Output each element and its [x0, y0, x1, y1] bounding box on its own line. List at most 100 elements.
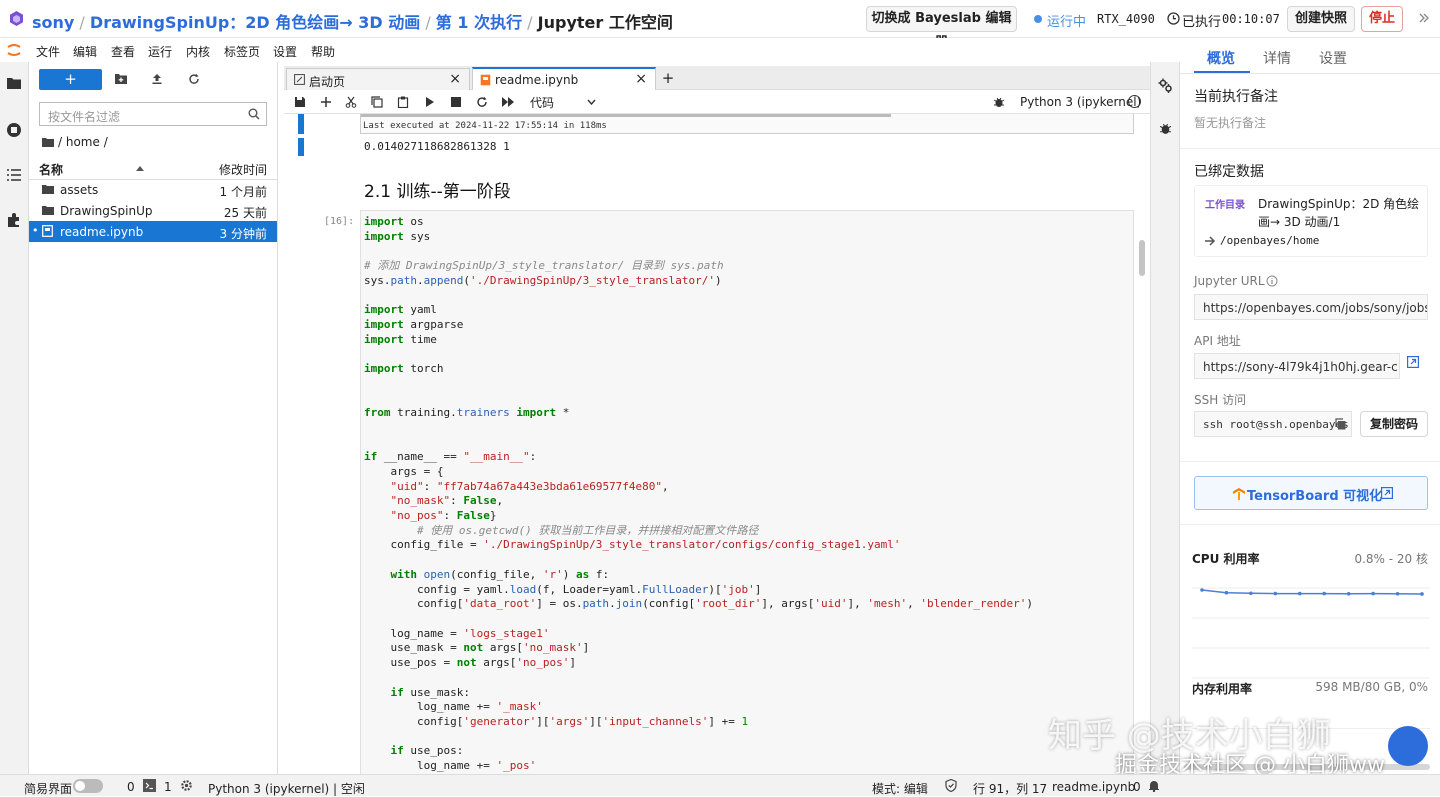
debugger-icon[interactable] — [993, 96, 1005, 108]
breadcrumb-path[interactable]: / home / — [58, 135, 108, 149]
gpu-type: RTX_4090 — [1097, 12, 1155, 26]
api-address-field[interactable]: https://sony-4l79k4j1h0hj.gear-c1.openba… — [1194, 353, 1400, 379]
property-inspector-icon[interactable] — [1158, 78, 1173, 93]
menu-help[interactable]: 帮助 — [311, 43, 335, 60]
copy-icon[interactable] — [371, 96, 383, 108]
switch-editor-button[interactable]: 切换成 Bayeslab 编辑器 — [866, 6, 1017, 50]
open-external-icon — [1381, 487, 1393, 499]
tensorboard-logo-icon — [1233, 488, 1245, 500]
menu-settings[interactable]: 设置 — [273, 43, 297, 60]
paste-icon[interactable] — [397, 96, 409, 108]
restart-kernel-icon[interactable] — [476, 96, 488, 108]
home-folder-icon — [42, 137, 54, 147]
file-modified: 25 天前 — [223, 206, 267, 220]
breadcrumb-run[interactable]: 第 1 次执行 — [436, 13, 522, 32]
tensorboard-label: TensorBoard 可视化 — [1247, 489, 1383, 504]
tensorboard-button[interactable]: TensorBoard 可视化 — [1194, 476, 1428, 510]
stop-button[interactable]: 停止 — [1361, 6, 1403, 32]
run-icon[interactable] — [425, 96, 435, 108]
cursor-position[interactable]: 行 91，列 17 — [973, 780, 1047, 797]
running-sessions-icon[interactable] — [6, 122, 22, 138]
shield-icon[interactable] — [945, 779, 957, 792]
openbayes-logo-icon[interactable] — [8, 10, 25, 27]
debugger-icon[interactable] — [1159, 122, 1172, 135]
output-collapser[interactable] — [298, 138, 304, 156]
menu-kernel[interactable]: 内核 — [186, 43, 210, 60]
file-list-header: 名称 修改时间 — [29, 158, 277, 180]
menu-file[interactable]: 文件 — [36, 43, 60, 60]
tab-launcher[interactable]: 启动页 × — [286, 68, 470, 90]
info-icon[interactable] — [1266, 275, 1278, 287]
insert-cell-icon[interactable] — [320, 96, 332, 108]
menu-run[interactable]: 运行 — [148, 43, 172, 60]
add-tab-icon[interactable]: + — [658, 68, 678, 88]
menu-view[interactable]: 查看 — [111, 43, 135, 60]
file-row-drawingspinup[interactable]: DrawingSpinUp 25 天前 — [29, 200, 277, 221]
breadcrumb-project[interactable]: DrawingSpinUp：2D 角色绘画→ 3D 动画 — [90, 13, 420, 32]
cpu-data-point — [1346, 591, 1351, 596]
note-title: 当前执行备注 — [1194, 89, 1278, 105]
tab-overview[interactable]: 概览 — [1207, 48, 1235, 68]
close-icon[interactable]: × — [635, 71, 647, 87]
copy-icon[interactable] — [1335, 418, 1346, 430]
cell-type-select[interactable]: 代码 — [524, 93, 600, 111]
file-name: readme.ipynb — [60, 225, 144, 239]
arrow-right-icon — [1205, 236, 1216, 246]
extensions-icon[interactable] — [6, 212, 22, 228]
new-launcher-button[interactable]: + — [39, 69, 102, 90]
new-folder-icon[interactable] — [114, 73, 128, 85]
kernel-gear-icon[interactable] — [180, 779, 193, 792]
cell-collapser[interactable] — [298, 114, 304, 134]
cpu-data-point — [1224, 590, 1229, 595]
cell-output-text: 0.014027118682861328 1 — [364, 140, 510, 153]
jupyter-url-field[interactable]: https://openbayes.com/jobs/sony/jobs — [1194, 294, 1428, 320]
interrupt-icon[interactable] — [451, 97, 461, 107]
create-snapshot-button[interactable]: 创建快照 — [1287, 6, 1355, 32]
section-divider — [1180, 461, 1440, 462]
jupyter-url-value: https://openbayes.com/jobs/sony/jobs — [1203, 301, 1428, 315]
tab-settings[interactable]: 设置 — [1319, 48, 1347, 68]
file-filter-input[interactable]: 按文件名过滤 — [39, 102, 267, 126]
notebook-toolbar: 代码 Python 3 (ipykernel) — [284, 90, 1150, 114]
cpu-data-point — [1200, 588, 1204, 592]
bell-icon[interactable] — [1148, 779, 1160, 792]
run-all-icon[interactable] — [502, 97, 514, 107]
file-row-readme[interactable]: • readme.ipynb 3 分钟前 — [29, 221, 277, 242]
sort-ascending-icon[interactable] — [136, 166, 144, 171]
simple-mode-toggle[interactable] — [73, 779, 103, 793]
kernel-name[interactable]: Python 3 (ipykernel) — [1020, 95, 1141, 109]
open-external-icon[interactable] — [1407, 356, 1419, 368]
vertical-scrollbar[interactable] — [1139, 240, 1145, 276]
ssh-command-field[interactable]: ssh root@ssh.openbayes.com — [1194, 411, 1352, 437]
assistant-button[interactable] — [1388, 726, 1428, 766]
code-cell-editor[interactable]: import os import sys # 添加 DrawingSpinUp/… — [360, 210, 1134, 774]
cpu-usage-value: 0.8% - 20 核 — [1354, 552, 1428, 566]
close-icon[interactable]: × — [449, 71, 461, 87]
progress-bar — [361, 114, 891, 117]
breadcrumb-user[interactable]: sony — [32, 13, 74, 32]
upload-icon[interactable] — [151, 73, 163, 85]
cpu-data-point — [1297, 591, 1302, 596]
top-bar: sony / DrawingSpinUp：2D 角色绘画→ 3D 动画 / 第 … — [0, 0, 1440, 50]
copy-password-button[interactable]: 复制密码 — [1360, 411, 1428, 437]
ssh-command-value: ssh root@ssh.openbayes.com — [1203, 418, 1351, 431]
tab-detail[interactable]: 详情 — [1263, 48, 1291, 68]
cut-icon[interactable] — [345, 96, 357, 108]
tab-readme[interactable]: readme.ipynb × — [472, 67, 656, 91]
column-name-header[interactable]: 名称 — [39, 161, 63, 178]
collapse-panel-icon[interactable] — [1418, 12, 1430, 24]
save-icon[interactable] — [294, 96, 306, 108]
folder-icon[interactable] — [6, 76, 22, 90]
chevron-down-icon — [587, 99, 596, 105]
refresh-icon[interactable] — [188, 73, 200, 85]
menu-tabs[interactable]: 标签页 — [224, 43, 260, 60]
terminal-icon[interactable] — [143, 779, 156, 792]
previous-output-area: Last executed at 2024-11-22 17:55:14 in … — [360, 114, 1134, 134]
bound-data-card[interactable]: 工作目录 DrawingSpinUp：2D 角色绘 画→ 3D 动画/1 /op… — [1194, 185, 1428, 257]
column-modified-header[interactable]: 修改时间 — [219, 161, 267, 178]
menu-edit[interactable]: 编辑 — [73, 43, 97, 60]
tab-label: readme.ipynb — [495, 73, 579, 87]
table-of-contents-icon[interactable] — [6, 168, 22, 182]
file-row-assets[interactable]: assets 1 个月前 — [29, 179, 277, 200]
kernel-status[interactable]: Python 3 (ipykernel) | 空闲 — [208, 780, 365, 797]
